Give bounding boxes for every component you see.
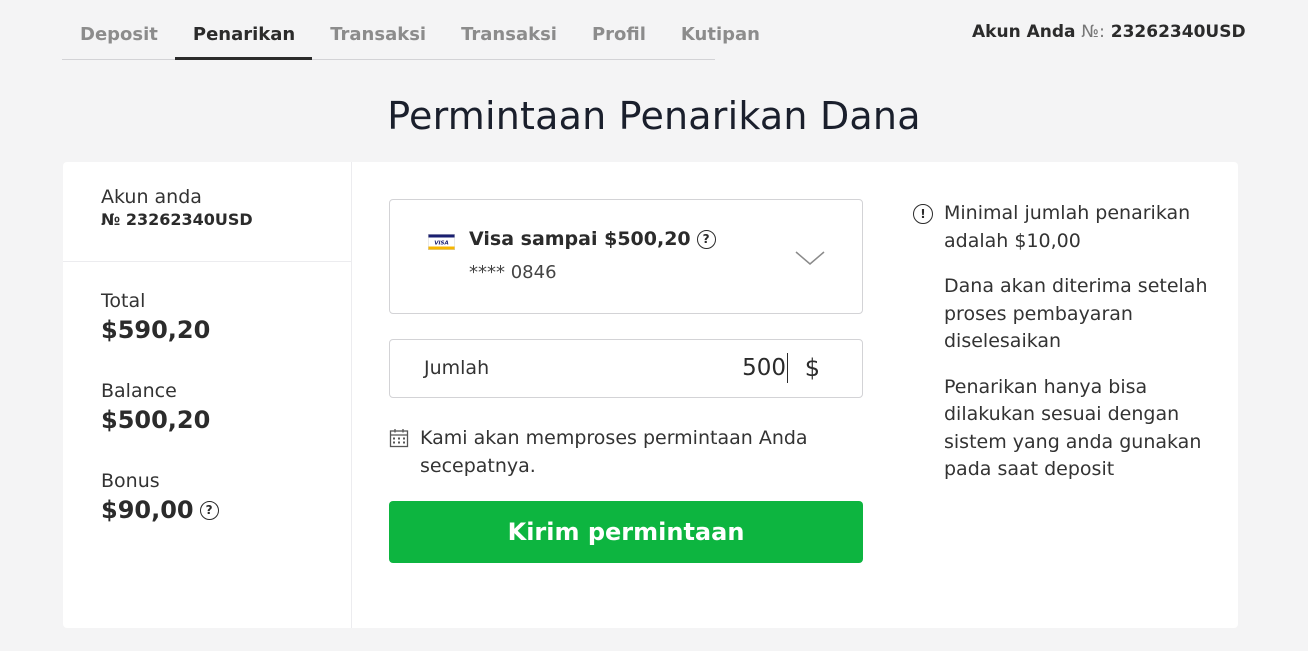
amount-field[interactable]: Jumlah 500 $ — [389, 339, 863, 398]
total-label: Total — [101, 290, 146, 312]
currency-symbol: $ — [804, 354, 820, 382]
sidebar-account-number: № 23262340USD — [101, 210, 253, 229]
amount-input[interactable]: 500 — [742, 353, 788, 383]
top-navigation: Deposit Penarikan Transaksi Transaksi Pr… — [62, 14, 760, 60]
payment-method-title: Visa sampai $500,20 ? — [469, 228, 716, 250]
processing-notice: Kami akan memproses permintaan Anda sece… — [389, 424, 859, 480]
tab-deposit[interactable]: Deposit — [62, 14, 175, 59]
calendar-icon — [389, 429, 409, 448]
info-same-system: Penarikan hanya bisa dilakukan sesuai de… — [913, 374, 1213, 484]
account-header-number: 23262340USD — [1110, 22, 1246, 42]
visa-card-icon: VISA — [428, 234, 455, 250]
bonus-label: Bonus — [101, 470, 160, 492]
bonus-value: $90,00 — [101, 496, 194, 524]
account-number-header: Akun Anda №: 23262340USD — [972, 22, 1246, 42]
account-sidebar: Akun anda № 23262340USD Total $590,20 Ba… — [63, 162, 352, 628]
submit-request-button[interactable]: Kirim permintaan — [389, 501, 863, 563]
total-value: $590,20 — [101, 316, 211, 344]
tab-transaksi[interactable]: Transaksi — [312, 14, 443, 59]
payment-method-select[interactable]: VISA Visa sampai $500,20 ? **** 0846 — [389, 199, 863, 314]
info-panel: ! Minimal jumlah penarikan adalah $10,00… — [913, 200, 1213, 502]
tab-profil[interactable]: Profil — [574, 14, 663, 59]
balance-stat: Balance $500,20 — [101, 380, 210, 434]
card-number-masked: **** 0846 — [469, 262, 557, 283]
tab-transaksi-2[interactable]: Transaksi — [443, 14, 574, 59]
total-stat: Total $590,20 — [101, 290, 210, 344]
info-min-amount: ! Minimal jumlah penarikan adalah $10,00 — [913, 200, 1213, 255]
balance-label: Balance — [101, 380, 177, 402]
info-funds-received: Dana akan diterima setelah proses pembay… — [913, 273, 1213, 356]
tab-kutipan[interactable]: Kutipan — [663, 14, 777, 59]
exclamation-icon: ! — [913, 204, 933, 224]
chevron-down-icon[interactable] — [795, 250, 825, 266]
processing-notice-text: Kami akan memproses permintaan Anda sece… — [420, 427, 808, 477]
balance-value: $500,20 — [101, 406, 211, 434]
info-min-amount-text: Minimal jumlah penarikan adalah $10,00 — [944, 202, 1191, 252]
info-same-system-text: Penarikan hanya bisa dilakukan sesuai de… — [944, 375, 1202, 481]
account-header-label: Akun Anda — [972, 22, 1076, 42]
amount-label: Jumlah — [424, 357, 490, 379]
info-funds-received-text: Dana akan diterima setelah proses pembay… — [944, 275, 1208, 352]
account-header-number-sign: №: — [1081, 22, 1105, 42]
payment-method-title-text: Visa sampai $500,20 — [469, 228, 691, 250]
tab-penarikan[interactable]: Penarikan — [174, 14, 313, 60]
page-title: Permintaan Penarikan Dana — [387, 94, 921, 138]
sidebar-account: Akun anda № 23262340USD — [63, 162, 351, 262]
bonus-help-icon[interactable]: ? — [199, 500, 219, 520]
bonus-stat: Bonus $90,00 ? — [101, 470, 219, 524]
withdrawal-card: Akun anda № 23262340USD Total $590,20 Ba… — [63, 162, 1238, 628]
sidebar-account-label: Akun anda — [101, 186, 202, 208]
method-help-icon[interactable]: ? — [696, 229, 716, 249]
svg-text:VISA: VISA — [434, 240, 449, 246]
